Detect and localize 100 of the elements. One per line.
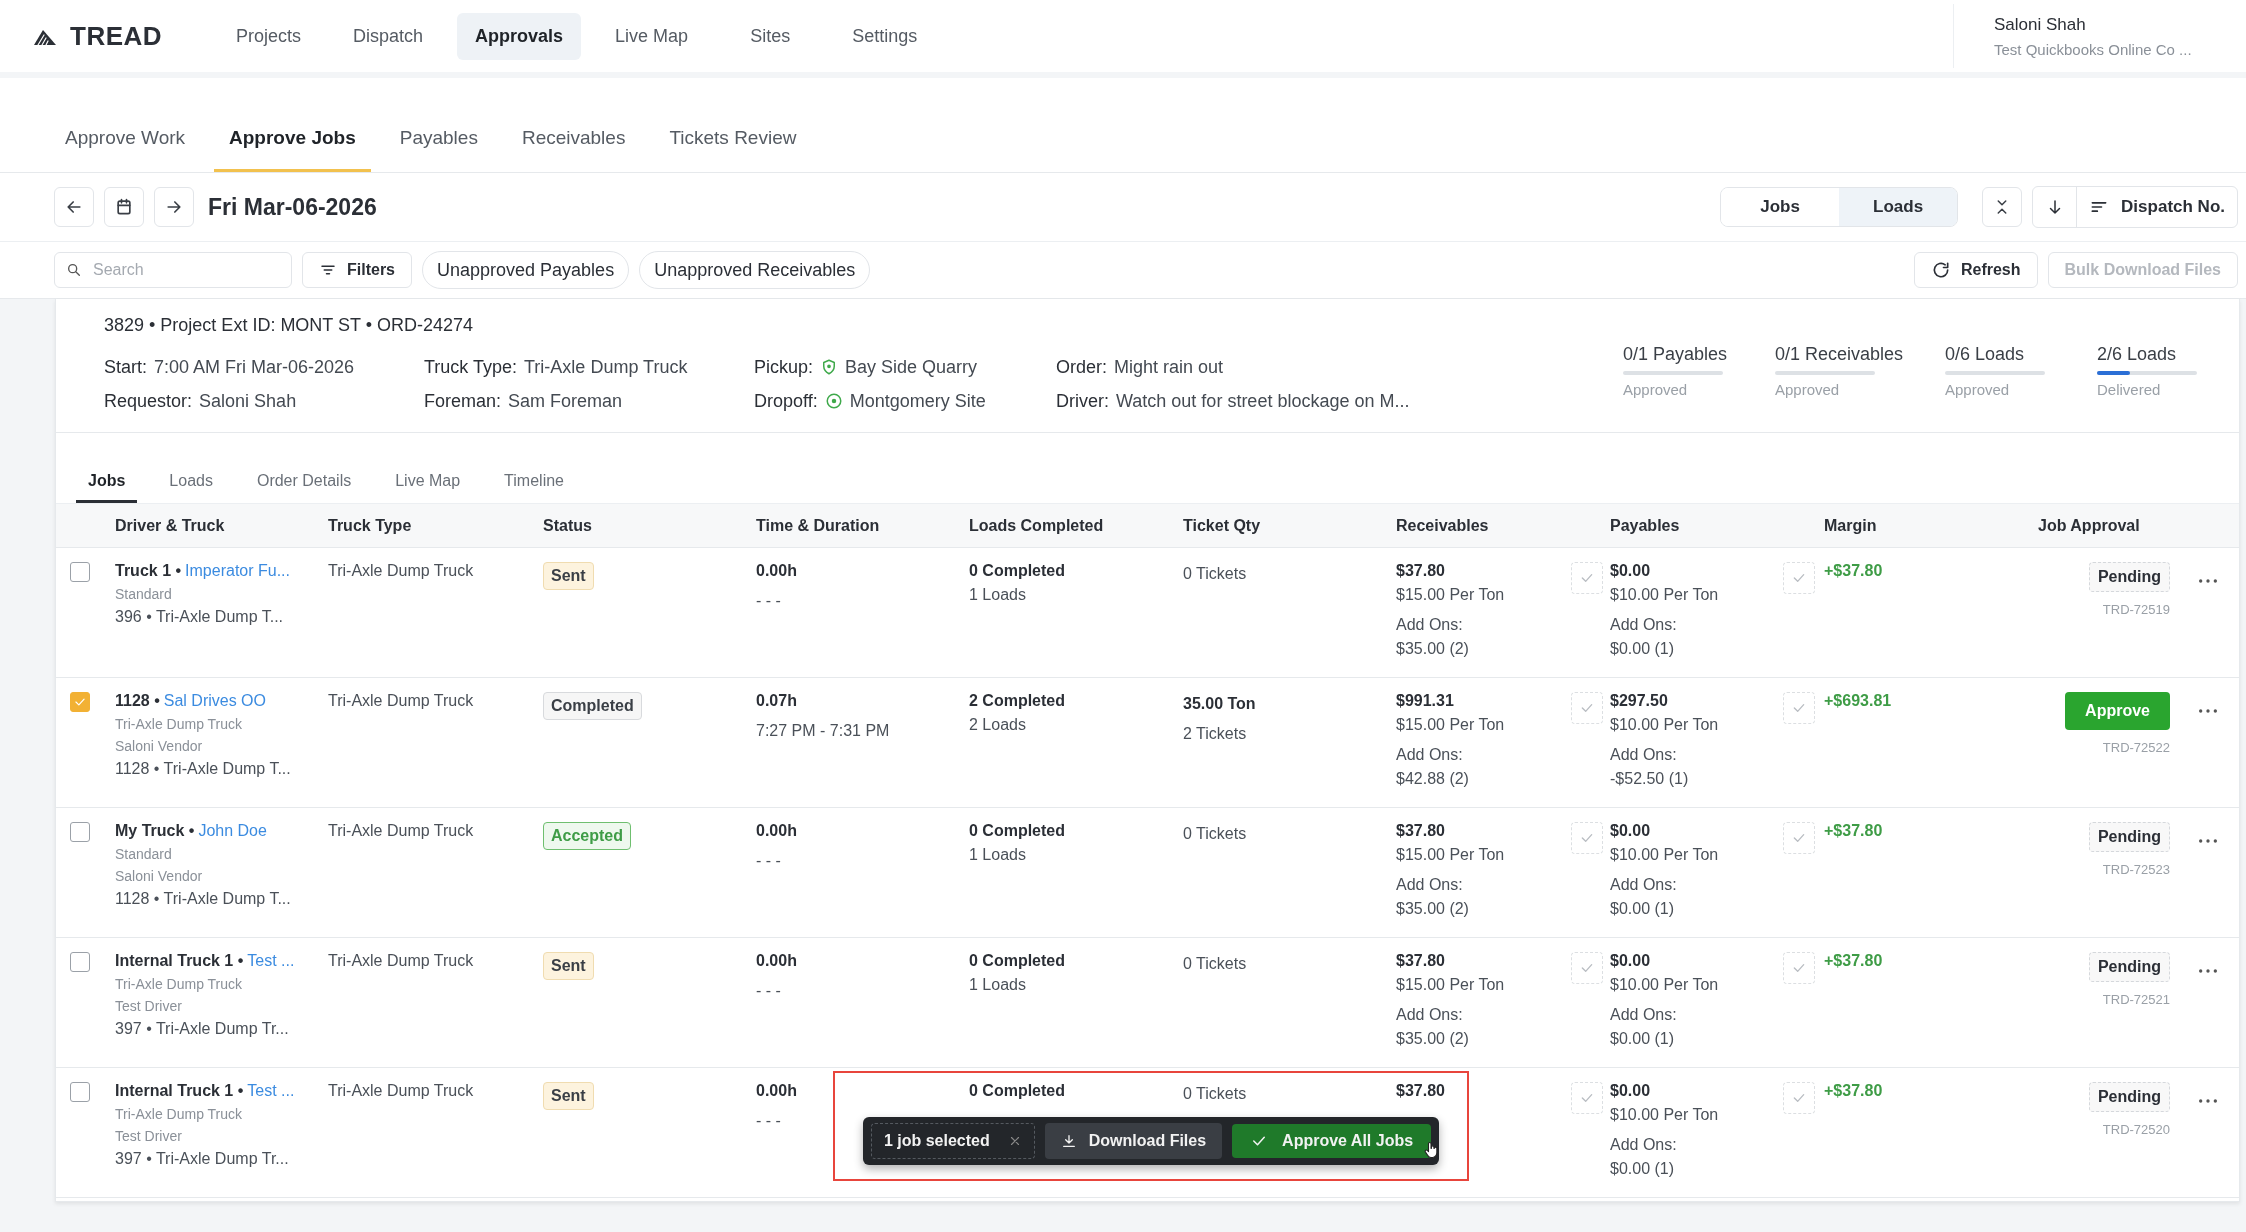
duration: 0.07h	[756, 692, 797, 710]
tab[interactable]: Order Details	[244, 472, 364, 503]
truck-detail: Tri-Axle Dump Truck	[115, 976, 243, 992]
row-checkbox[interactable]	[70, 1082, 90, 1102]
nav-link[interactable]: Settings	[834, 12, 936, 60]
approve-check-button[interactable]	[1571, 692, 1603, 724]
calendar-button[interactable]	[104, 187, 144, 227]
row-checkbox[interactable]	[70, 562, 90, 582]
truck-detail: Tri-Axle Dump Truck	[115, 716, 243, 732]
calendar-icon	[114, 197, 134, 217]
refresh-button[interactable]: Refresh	[1913, 252, 2038, 288]
add-ons-amount: $0.00 (1)	[1610, 1030, 1675, 1048]
ticket-qty: 0 Tickets	[1183, 565, 1247, 583]
tab[interactable]: Receivables	[506, 127, 641, 172]
status-badge: Completed	[543, 692, 642, 720]
truck-detail: 1128 • Tri-Axle Dump T...	[115, 760, 291, 778]
amount: $37.80	[1396, 1082, 1445, 1100]
nav-link[interactable]: Live Map	[597, 12, 707, 60]
row-checkbox[interactable]	[70, 692, 90, 712]
add-ons-label: Add Ons:	[1610, 746, 1677, 764]
add-ons-amount: $0.00 (1)	[1610, 1160, 1675, 1178]
amount: $991.31	[1396, 692, 1454, 710]
user-name[interactable]: Saloni Shah	[1994, 14, 2224, 35]
loads-completed: 2 Completed	[969, 692, 1065, 710]
company-name: Test Quickbooks Online Co ...	[1994, 40, 2193, 58]
add-ons-label: Add Ons:	[1396, 1006, 1463, 1024]
row-checkbox[interactable]	[70, 952, 90, 972]
nav-link[interactable]: Sites	[722, 12, 819, 60]
tab[interactable]: Loads	[157, 472, 225, 503]
search-icon	[66, 262, 82, 278]
progress-caption: Approved	[1623, 381, 1689, 398]
progress-count: 0/1 Payables	[1623, 344, 1729, 365]
order-detail: Pickup: Bay Side Quarry	[754, 355, 979, 379]
download-files-button[interactable]: Download Files	[1044, 1123, 1223, 1159]
approve-all-button[interactable]: Approve All Jobs	[1232, 1124, 1432, 1158]
column-header: Loads Completed	[969, 516, 1105, 535]
truck-name: 1128 •	[115, 692, 160, 710]
add-ons-amount: $0.00 (1)	[1610, 640, 1675, 658]
column-header: Time & Duration	[756, 516, 881, 535]
download-icon	[1060, 1133, 1077, 1149]
driver-link[interactable]: Test ...	[247, 952, 295, 970]
column-header: Truck Type	[328, 516, 413, 535]
filter-chip[interactable]: Unapproved Payables	[422, 251, 630, 289]
approve-check-button[interactable]	[1783, 1082, 1815, 1114]
next-day-button[interactable]	[154, 187, 194, 227]
more-dots-icon	[2199, 1099, 2217, 1103]
amount: $37.80	[1396, 562, 1445, 580]
toggle-option[interactable]: Loads	[1839, 188, 1958, 226]
amount: $0.00	[1610, 952, 1651, 970]
tab[interactable]: Payables	[384, 127, 493, 172]
collapse-button[interactable]	[1982, 187, 2023, 227]
add-ons-label: Add Ons:	[1396, 876, 1463, 894]
ticket-qty: 0 Tickets	[1183, 1085, 1247, 1103]
search-field[interactable]: Search	[54, 252, 292, 288]
nav-link[interactable]: Dispatch	[335, 12, 442, 60]
truck-detail: Standard	[115, 586, 172, 602]
status-badge: Accepted	[543, 822, 632, 850]
tab[interactable]: Tickets Review	[654, 127, 812, 172]
filters-button[interactable]: Filters	[302, 252, 412, 288]
loads-total: 1 Loads	[969, 976, 1026, 994]
previous-day-button[interactable]	[54, 187, 94, 227]
approve-check-button[interactable]	[1571, 562, 1603, 594]
truck-detail: Test Driver	[115, 1128, 182, 1144]
job-id: TRD-72523	[2102, 862, 2170, 877]
truck-detail: Saloni Vendor	[115, 738, 203, 754]
nav-link[interactable]: Approvals	[457, 12, 582, 60]
driver-link[interactable]: John Doe	[198, 822, 267, 840]
duration: 0.00h	[756, 822, 797, 840]
column-header: Status	[543, 516, 593, 535]
approve-check-button[interactable]	[1571, 952, 1603, 984]
approve-check-button[interactable]	[1783, 562, 1815, 594]
tab[interactable]: Live Map	[383, 472, 473, 503]
status-badge: Sent	[543, 562, 594, 590]
approve-check-button[interactable]	[1783, 952, 1815, 984]
rate: $15.00 Per Ton	[1396, 586, 1505, 604]
amount: $37.80	[1396, 822, 1445, 840]
add-ons-label: Add Ons:	[1396, 616, 1463, 634]
tab[interactable]: Approve Work	[50, 127, 201, 172]
column-header: Job Approval	[2038, 516, 2141, 535]
pending-badge: Pending	[2088, 562, 2170, 592]
rate: $15.00 Per Ton	[1396, 716, 1505, 734]
time-range: 7:27 PM - 7:31 PM	[756, 722, 890, 740]
row-checkbox[interactable]	[70, 822, 90, 842]
approve-check-button[interactable]	[1571, 822, 1603, 854]
driver-link[interactable]: Imperator Fu...	[185, 562, 290, 580]
approve-check-button[interactable]	[1571, 1082, 1603, 1114]
tab[interactable]: Timeline	[492, 472, 576, 503]
filter-chip[interactable]: Unapproved Receivables	[639, 251, 871, 289]
add-ons-label: Add Ons:	[1610, 1006, 1677, 1024]
approve-check-button[interactable]	[1783, 692, 1815, 724]
approve-check-button[interactable]	[1783, 822, 1815, 854]
nav-link[interactable]: Projects	[218, 12, 320, 60]
progress-count: 0/6 Loads	[1945, 344, 2026, 365]
truck-name: Truck 1 •	[115, 562, 182, 580]
rate: $10.00 Per Ton	[1610, 586, 1719, 604]
time-range: - - -	[756, 592, 781, 610]
more-dots-icon	[2199, 579, 2217, 583]
driver-link[interactable]: Test ...	[247, 1082, 295, 1100]
driver-link[interactable]: Sal Drives OO	[163, 692, 266, 710]
order-detail: Driver: Watch out for street blockage on M...	[1056, 389, 1411, 413]
